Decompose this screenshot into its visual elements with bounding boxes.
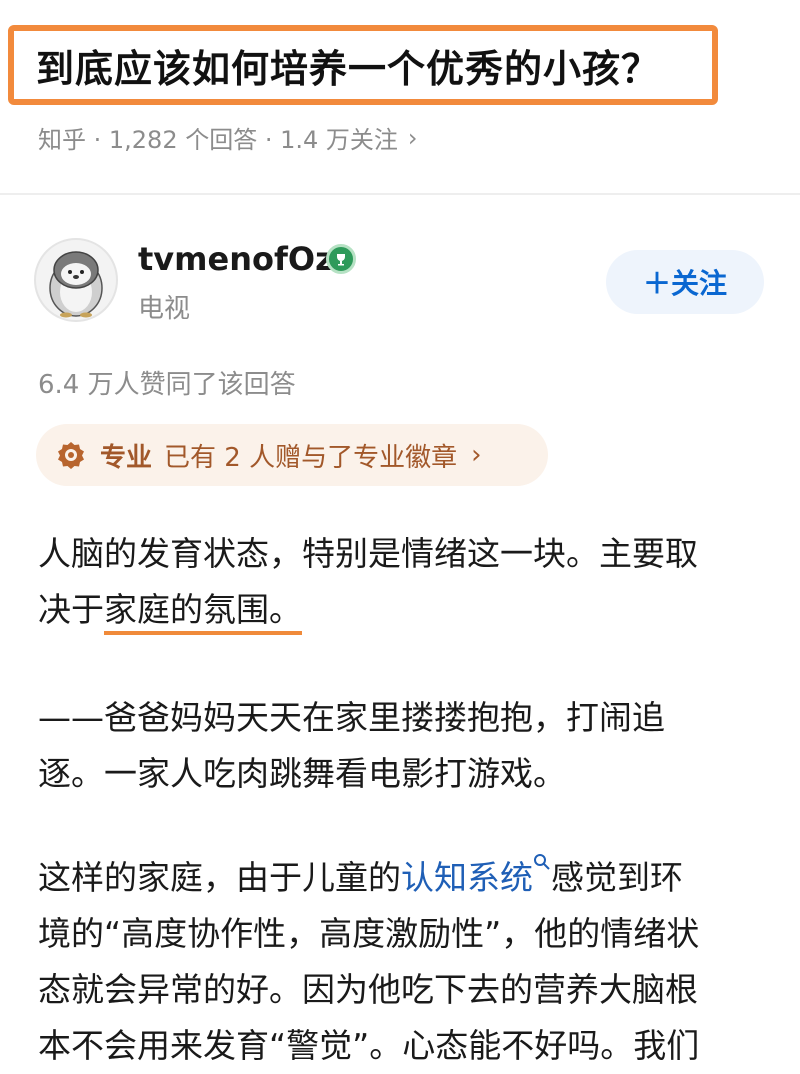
question-title-highlight[interactable]: 到底应该如何培养一个优秀的小孩？ (8, 25, 718, 105)
author-subtitle: 电视 (138, 294, 191, 324)
trophy-badge-icon (326, 244, 356, 274)
author-name[interactable]: tvmenofOz (138, 240, 334, 278)
penguin-avatar-icon (49, 251, 103, 318)
answer-paragraph-2: ——爸爸妈妈天天在家里搂搂抱抱，打闹追 逐。一家人吃肉跳舞看电影打游戏。 (38, 690, 768, 802)
paragraph-text: 决于 (38, 590, 104, 629)
question-title[interactable]: 到底应该如何培养一个优秀的小孩？ (36, 38, 660, 93)
paragraph-text: 这样的家庭，由于儿童的 (38, 858, 401, 897)
likes-count: 6.4 万人赞同了该回答 (38, 370, 296, 400)
paragraph-line: 这样的家庭，由于儿童的认知系统 感觉到环 (38, 850, 768, 906)
underlined-highlight: 家庭的氛围。 (104, 590, 302, 635)
question-meta-text: 知乎 · 1,282 个回答 · 1.4 万关注 (38, 126, 398, 154)
paragraph-line: 决于家庭的氛围。 (38, 582, 768, 638)
paragraph-text: 感觉到环 (551, 858, 683, 897)
answer-paragraph-3: 这样的家庭，由于儿童的认知系统 感觉到环 境的“高度协作性，高度激励性”，他的情绪… (38, 850, 768, 1074)
paragraph-line: 逐。一家人吃肉跳舞看电影打游戏。 (38, 754, 566, 793)
medal-icon (58, 442, 84, 469)
chevron-right-icon: › (471, 440, 482, 470)
paragraph-line: 境的“高度协作性，高度激励性”，他的情绪状 (38, 914, 700, 953)
divider (0, 193, 800, 195)
avatar[interactable] (34, 238, 118, 322)
pro-badge-description: 已有 2 人赠与了专业徽章 (164, 442, 458, 473)
pro-badge-label: 专业 (100, 442, 153, 473)
search-link[interactable]: 认知系统 (401, 858, 533, 897)
paragraph-line: 人脑的发育状态，特别是情绪这一块。主要取 (38, 534, 698, 573)
paragraph-line: 本不会用来发育“警觉”。心态能不好吗。我们 (38, 1026, 700, 1065)
follow-button[interactable]: ＋关注 (606, 250, 764, 314)
paragraph-line: ——爸爸妈妈天天在家里搂搂抱抱，打闹追 (38, 698, 665, 737)
answer-paragraph-1: 人脑的发育状态，特别是情绪这一块。主要取 决于家庭的氛围。 (38, 526, 768, 638)
search-icon[interactable] (533, 853, 551, 871)
question-meta[interactable]: 知乎 · 1,282 个回答 · 1.4 万关注 › (38, 120, 418, 155)
paragraph-line: 态就会异常的好。因为他吃下去的营养大脑根 (38, 970, 698, 1009)
chevron-right-icon: › (407, 123, 418, 152)
professional-badge-pill[interactable]: 专业 已有 2 人赠与了专业徽章 › (36, 424, 548, 486)
